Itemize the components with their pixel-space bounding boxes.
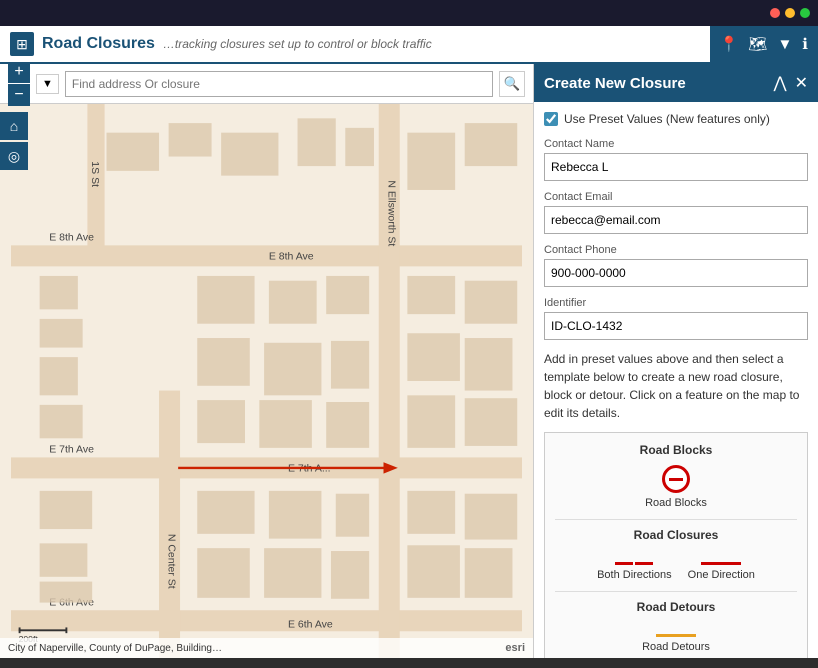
- svg-text:N Ellsworth St: N Ellsworth St: [385, 180, 397, 246]
- map-svg: N Ellsworth St N Center St 1S St E 8th A…: [0, 104, 533, 658]
- home-icon[interactable]: ⌂: [0, 112, 28, 140]
- search-input[interactable]: [65, 71, 493, 97]
- road-detours-icon: [656, 634, 696, 637]
- svg-text:E 7th Ave: E 7th Ave: [49, 444, 94, 456]
- circle-icon[interactable]: ◎: [0, 142, 28, 170]
- map-side-icons: ⌂ ◎: [0, 112, 28, 170]
- panel-close-button[interactable]: ✕: [795, 73, 808, 93]
- field-input-contact-name[interactable]: [544, 153, 808, 181]
- one-direction-icon: [701, 562, 741, 565]
- app-subtitle: …tracking closures set up to control or …: [163, 37, 432, 51]
- field-contact-name: Contact Name: [544, 138, 808, 181]
- panel-body: Use Preset Values (New features only) Co…: [534, 102, 818, 658]
- map-section: + − ▼ 🔍 ⌂ ◎: [0, 64, 533, 658]
- app-header: ⊞ Road Closures …tracking closures set u…: [0, 26, 818, 64]
- field-input-contact-phone[interactable]: [544, 259, 808, 287]
- zoom-controls: + −: [8, 64, 30, 106]
- field-label-identifier: Identifier: [544, 297, 808, 309]
- road-detours-title: Road Detours: [555, 600, 797, 614]
- road-detours-label: Road Detours: [642, 641, 710, 653]
- road-detours-item[interactable]: Road Detours: [642, 622, 710, 653]
- road-block-label: Road Blocks: [645, 497, 707, 509]
- svg-text:1S St: 1S St: [89, 161, 101, 187]
- map-footer: City of Naperville, County of DuPage, Bu…: [0, 638, 533, 658]
- svg-text:E 8th Ave: E 8th Ave: [49, 232, 94, 244]
- search-button[interactable]: 🔍: [499, 71, 525, 97]
- svg-text:E 8th Ave: E 8th Ave: [269, 251, 314, 263]
- panel-title: Create New Closure: [544, 75, 686, 92]
- both-directions-label: Both Directions: [597, 569, 672, 581]
- esri-logo: esri: [505, 642, 525, 654]
- preset-label: Use Preset Values (New features only): [564, 112, 770, 126]
- field-identifier: Identifier: [544, 297, 808, 340]
- pin-icon[interactable]: 📍: [720, 35, 739, 53]
- both-directions-item[interactable]: Both Directions: [597, 550, 672, 581]
- map-icon[interactable]: 🗺: [748, 35, 767, 53]
- preset-row: Use Preset Values (New features only): [544, 112, 808, 126]
- svg-text:E 6th Ave: E 6th Ave: [288, 618, 333, 630]
- road-blocks-items: Road Blocks: [555, 465, 797, 509]
- field-input-contact-email[interactable]: [544, 206, 808, 234]
- svg-text:N Center St: N Center St: [166, 534, 178, 589]
- road-closures-title: Road Closures: [555, 528, 797, 542]
- one-direction-item[interactable]: One Direction: [688, 550, 755, 581]
- window-dot-red[interactable]: [770, 8, 780, 18]
- field-label-contact-name: Contact Name: [544, 138, 808, 150]
- field-contact-phone: Contact Phone: [544, 244, 808, 287]
- road-block-item[interactable]: Road Blocks: [645, 465, 707, 509]
- road-closures-items: Both Directions One Direction: [555, 550, 797, 581]
- road-blocks-title: Road Blocks: [555, 443, 797, 457]
- window-dot-yellow[interactable]: [785, 8, 795, 18]
- zoom-in-button[interactable]: +: [8, 64, 30, 84]
- info-icon[interactable]: ℹ: [802, 35, 808, 53]
- road-detours-items: Road Detours: [555, 622, 797, 653]
- dropdown-button[interactable]: ▼: [36, 74, 59, 94]
- field-label-contact-email: Contact Email: [544, 191, 808, 203]
- field-label-contact-phone: Contact Phone: [544, 244, 808, 256]
- filter-icon[interactable]: ▼: [777, 36, 792, 53]
- panel-header: Create New Closure ⋀ ✕: [534, 64, 818, 102]
- app-title: Road Closures: [42, 35, 155, 53]
- one-direction-label: One Direction: [688, 569, 755, 581]
- map-canvas[interactable]: N Ellsworth St N Center St 1S St E 8th A…: [0, 104, 533, 658]
- preset-checkbox[interactable]: [544, 112, 558, 126]
- app-logo-icon: ⊞: [10, 32, 34, 56]
- field-contact-email: Contact Email: [544, 191, 808, 234]
- instructions-text: Add in preset values above and then sele…: [544, 350, 808, 422]
- panel-collapse-button[interactable]: ⋀: [773, 73, 786, 93]
- map-attribution: City of Naperville, County of DuPage, Bu…: [8, 643, 222, 654]
- zoom-out-button[interactable]: −: [8, 84, 30, 106]
- right-panel: Create New Closure ⋀ ✕ Use Preset Values…: [533, 64, 818, 658]
- window-dot-green[interactable]: [800, 8, 810, 18]
- road-block-icon: [662, 465, 690, 493]
- map-toolbar: + − ▼ 🔍: [0, 64, 533, 104]
- templates-container: Road Blocks Road Blocks Road Closures: [544, 432, 808, 658]
- field-input-identifier[interactable]: [544, 312, 808, 340]
